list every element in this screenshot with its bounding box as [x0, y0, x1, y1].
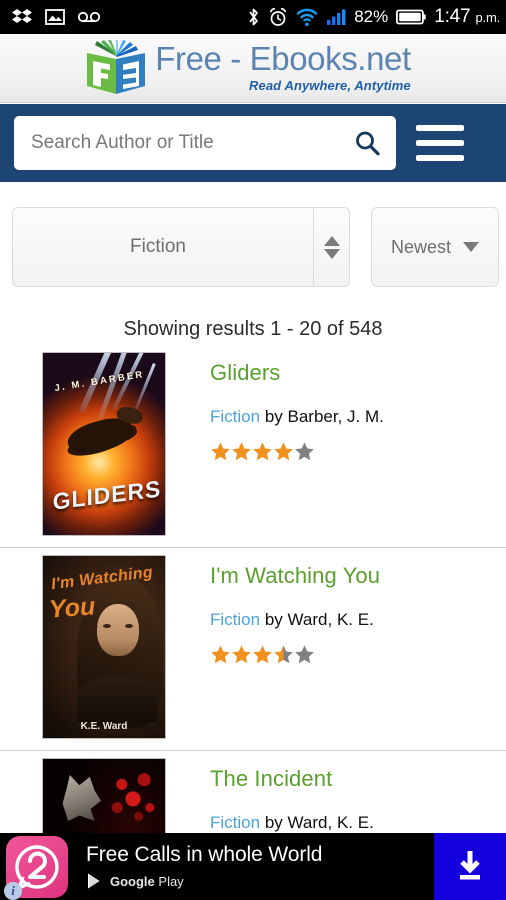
genre-stepper[interactable]	[313, 208, 349, 286]
ad-title-label: Free Calls in whole World	[86, 843, 323, 866]
genre-select-label: Fiction	[130, 236, 186, 257]
status-bar-right-icons: 82% 1:47 p.m.	[247, 6, 500, 28]
dropbox-icon	[12, 9, 32, 23]
search-box[interactable]	[14, 116, 396, 170]
hamburger-menu-icon[interactable]	[416, 125, 464, 161]
battery-icon	[396, 9, 426, 25]
ad-download-button[interactable]	[434, 833, 506, 900]
photo-icon	[45, 9, 65, 25]
book-meta: Fiction by Ward, K. E.	[210, 813, 374, 833]
star-filled-icon	[253, 442, 272, 461]
star-filled-icon	[232, 442, 251, 461]
ad-banner[interactable]: i Free Calls in whole World Google Play	[0, 833, 506, 900]
book-results-list: J. M. BARBER GLIDERS Gliders Fiction by …	[0, 345, 506, 900]
ad-text-block: Free Calls in whole World Google Play	[86, 843, 434, 890]
cover-creature-art	[62, 775, 101, 821]
book-genre-link[interactable]: Fiction	[210, 813, 260, 832]
sort-select[interactable]: Newest	[371, 207, 499, 287]
star-filled-icon	[253, 645, 272, 664]
cover-figure-art	[64, 413, 136, 459]
cover-author-text: K.E. Ward	[80, 721, 128, 732]
triangle-up-icon[interactable]	[323, 235, 340, 246]
star-half-icon	[274, 645, 293, 664]
book-meta: Fiction by Ward, K. E.	[210, 610, 380, 630]
book-rating-stars	[210, 441, 384, 462]
voicemail-icon	[78, 11, 100, 23]
cover-splatter-art	[105, 767, 161, 825]
filter-row: Fiction Newest	[0, 182, 506, 310]
signal-icon	[327, 9, 346, 25]
search-icon[interactable]	[353, 129, 381, 157]
brand-text: Free - Ebooks.net Read Anywhere, Antytim…	[155, 38, 411, 93]
search-input[interactable]	[31, 132, 353, 154]
open-book-logo-icon	[87, 40, 146, 94]
cover-body-art	[77, 676, 157, 722]
book-author-label: Ward, K. E.	[287, 610, 374, 629]
search-bar	[0, 104, 506, 182]
bluetooth-icon	[249, 8, 259, 26]
book-info: I'm Watching You Fiction by Ward, K. E.	[166, 555, 380, 740]
brand-tagline: Read Anywhere, Antytime	[249, 77, 411, 93]
book-by-label: by	[264, 610, 283, 629]
triangle-down-icon[interactable]	[323, 248, 340, 259]
cover-title-line2: You	[48, 592, 97, 624]
ad-info-icon[interactable]: i	[4, 881, 22, 900]
book-title-link[interactable]: The Incident	[210, 766, 374, 792]
book-author-label: Ward, K. E.	[287, 813, 374, 832]
star-filled-icon	[274, 442, 293, 461]
status-bar-left-icons	[0, 8, 100, 26]
book-genre-link[interactable]: Fiction	[210, 407, 260, 426]
book-title-link[interactable]: Gliders	[210, 360, 384, 386]
book-author-label: Barber, J. M.	[287, 407, 384, 426]
wifi-icon	[297, 8, 318, 26]
results-count-label: Showing results 1 - 20 of 548	[123, 318, 383, 340]
star-empty-icon	[295, 645, 314, 664]
cover-face-art	[97, 604, 139, 656]
brand-header: Free - Ebooks.net Read Anywhere, Antytim…	[0, 34, 506, 103]
phone-screen: 82% 1:47 p.m. Free - Ebooks.net Read Any…	[0, 0, 506, 900]
chat-bubble-2-app-icon	[15, 844, 59, 890]
book-by-label: by	[264, 813, 283, 832]
book-title-link[interactable]: I'm Watching You	[210, 563, 380, 589]
ad-store-row: Google Play	[86, 872, 434, 890]
book-cover-image[interactable]: J. M. BARBER GLIDERS	[42, 352, 166, 536]
book-rating-stars	[210, 644, 380, 665]
star-filled-icon	[232, 645, 251, 664]
book-cover-image[interactable]: I'm Watching You K.E. Ward	[42, 555, 166, 739]
brand-title: Free - Ebooks.net	[155, 40, 411, 77]
genre-select[interactable]: Fiction	[12, 207, 350, 287]
star-filled-icon	[211, 645, 230, 664]
book-list-item[interactable]: J. M. BARBER GLIDERS Gliders Fiction by …	[0, 345, 506, 548]
book-info: Gliders Fiction by Barber, J. M.	[166, 352, 384, 537]
alarm-icon	[269, 7, 287, 26]
sort-select-label: Newest	[390, 236, 452, 257]
ad-app-icon[interactable]: i	[4, 835, 68, 900]
star-filled-icon	[211, 442, 230, 461]
google-play-icon	[88, 873, 100, 889]
brand-logo[interactable]: Free - Ebooks.net Read Anywhere, Antytim…	[83, 38, 411, 98]
download-icon	[460, 850, 480, 879]
battery-percent-label: 82%	[354, 7, 389, 26]
book-meta: Fiction by Barber, J. M.	[210, 407, 384, 427]
cover-title-text: GLIDERS	[52, 475, 162, 515]
book-genre-link[interactable]: Fiction	[210, 610, 260, 629]
status-bar: 82% 1:47 p.m.	[0, 0, 506, 34]
book-list-item[interactable]: I'm Watching You K.E. Ward I'm Watching …	[0, 548, 506, 751]
star-empty-icon	[295, 442, 314, 461]
ad-store-label: Google Play	[110, 873, 184, 889]
chevron-down-icon	[463, 242, 480, 252]
clock-label: 1:47 p.m.	[434, 6, 500, 27]
book-by-label: by	[264, 407, 283, 426]
